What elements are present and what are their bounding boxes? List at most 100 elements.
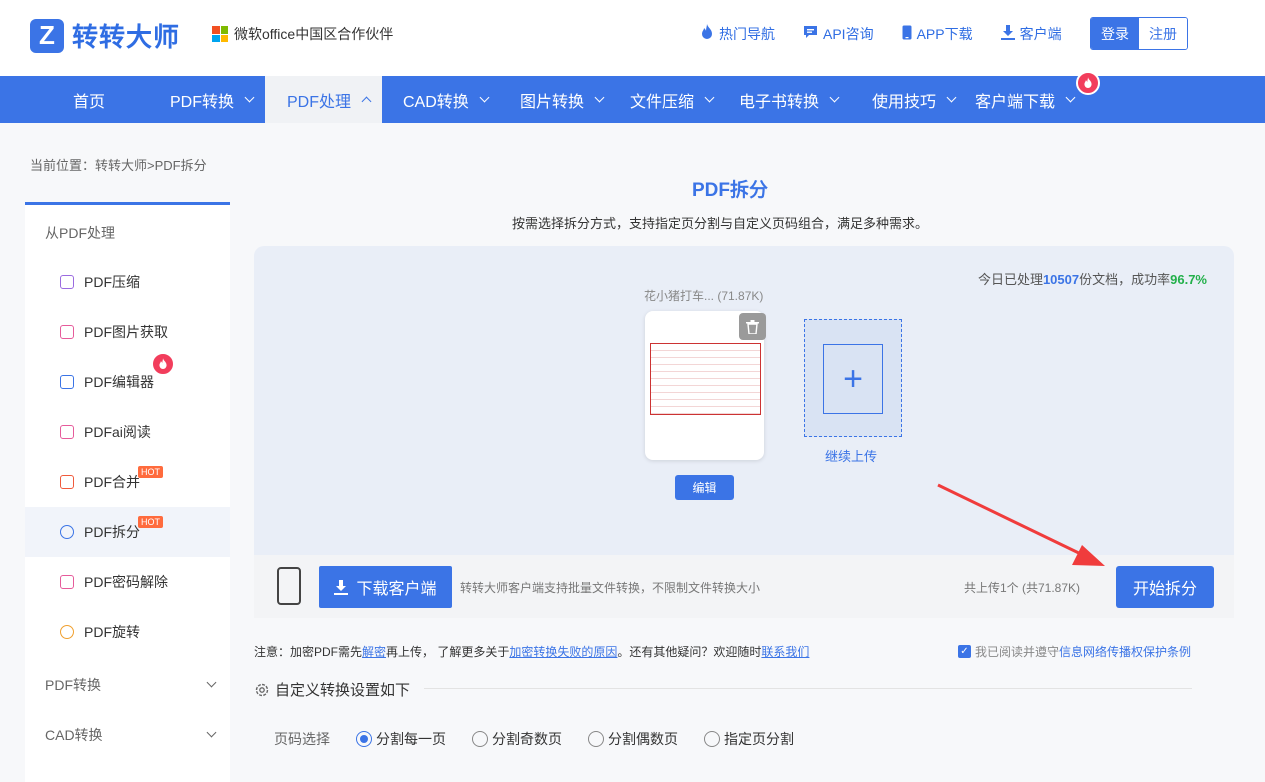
page-selection: 页码选择 分割每一页 分割奇数页 分割偶数页 指定页分割 — [274, 729, 820, 749]
radio-button[interactable] — [356, 731, 372, 747]
radio-split-odd-pages[interactable]: 分割奇数页 — [472, 729, 562, 749]
encrypt-failure-link[interactable]: 加密转换失败的原因 — [509, 645, 617, 659]
nav-ebook-convert[interactable]: 电子书转换 — [739, 76, 840, 123]
partner-text: 微软office中国区合作伙伴 — [234, 26, 394, 42]
chat-icon — [803, 25, 818, 43]
stats-prefix: 今日已处理 — [977, 272, 1043, 287]
decrypt-link[interactable]: 解密 — [362, 645, 386, 659]
trash-icon[interactable] — [739, 313, 766, 340]
sidebar: 从PDF处理 PDF压缩 PDF图片获取 PDF编辑器 PDFai阅读 PDF合… — [25, 202, 230, 782]
sidebar-item-pdf-rotate[interactable]: PDF旋转 — [25, 607, 230, 657]
nav-cad-convert[interactable]: CAD转换 — [403, 76, 490, 123]
chevron-down-icon — [829, 92, 840, 103]
lock-icon — [60, 575, 74, 589]
download-client-label: 下载客户端 — [356, 581, 437, 598]
hot-flame-badge-icon — [1076, 71, 1100, 95]
sidebar-item-label: PDF图片获取 — [84, 324, 168, 340]
nav-client-download-label: 客户端下载 — [975, 93, 1056, 111]
app-download-link[interactable]: APP下载 — [902, 24, 973, 44]
file-name: 花小猪打车... (71.87K) — [644, 289, 764, 303]
nav-image-convert[interactable]: 图片转换 — [520, 76, 605, 123]
radio-split-even-pages[interactable]: 分割偶数页 — [588, 729, 678, 749]
sidebar-category-label: CAD转换 — [45, 727, 103, 743]
microsoft-logo-icon — [212, 26, 228, 42]
sidebar-item-pdf-image-extract[interactable]: PDF图片获取 — [25, 307, 230, 357]
start-split-button[interactable]: 开始拆分 — [1116, 566, 1214, 608]
download-client-button[interactable]: 下载客户端 — [319, 566, 452, 608]
hot-nav-label: 热门导航 — [719, 26, 775, 42]
regulation-link[interactable]: 信息网络传播权保护条例 — [1059, 643, 1191, 660]
radio-button[interactable] — [472, 731, 488, 747]
chevron-down-icon — [206, 677, 217, 687]
app-download-label: APP下载 — [916, 26, 973, 42]
main-nav: 首页 PDF转换 PDF处理 CAD转换 图片转换 文件压缩 电子书转换 使用技… — [0, 71, 1265, 123]
sidebar-item-label: PDF合并 — [84, 474, 140, 490]
client-link[interactable]: 客户端 — [1000, 24, 1062, 44]
stats-rate: 96.7% — [1170, 272, 1207, 287]
plus-icon: + — [823, 344, 883, 414]
chevron-down-icon — [1065, 92, 1076, 103]
chevron-up-icon — [361, 96, 372, 106]
sidebar-item-pdf-split[interactable]: PDF拆分 HOT — [25, 507, 230, 557]
nav-client-download[interactable]: 客户端下载 — [975, 76, 1076, 123]
notice-part-2: 再上传， 了解更多关于 — [386, 645, 510, 659]
radio-button[interactable] — [704, 731, 720, 747]
client-label: 客户端 — [1019, 26, 1062, 42]
image-icon — [60, 325, 74, 339]
sidebar-item-label: PDF密码解除 — [84, 574, 168, 590]
processing-stats: 今日已处理10507份文档，成功率96.7% — [978, 269, 1207, 288]
notice-part-1: 注意：加密PDF需先 — [254, 645, 363, 659]
sidebar-item-pdfai-read[interactable]: PDFai阅读 — [25, 407, 230, 457]
register-button[interactable]: 注册 — [1139, 18, 1187, 49]
split-icon — [60, 525, 74, 539]
login-button[interactable]: 登录 — [1091, 18, 1139, 49]
radio-label: 分割偶数页 — [608, 731, 678, 747]
api-consult-link[interactable]: API咨询 — [803, 24, 874, 44]
sidebar-item-label: PDF压缩 — [84, 274, 140, 290]
sidebar-item-pdf-compress[interactable]: PDF压缩 — [25, 257, 230, 307]
file-thumbnail — [650, 343, 761, 415]
nav-pdf-process[interactable]: PDF处理 — [265, 76, 382, 123]
continue-upload-link[interactable]: 继续上传 — [825, 446, 877, 465]
sidebar-item-pdf-password-remove[interactable]: PDF密码解除 — [25, 557, 230, 607]
agree-checkbox[interactable]: ✓ — [958, 645, 971, 658]
radio-split-specified-pages[interactable]: 指定页分割 — [704, 729, 794, 749]
hot-nav-link[interactable]: 热门导航 — [700, 24, 775, 44]
upload-panel: 今日已处理10507份文档，成功率96.7% 花小猪打车... (71.87K)… — [254, 246, 1234, 555]
stats-count: 10507 — [1042, 272, 1080, 287]
download-note: 转转大师客户端支持批量文件转换，不限制文件转换大小 — [460, 581, 761, 595]
nav-cad-convert-label: CAD转换 — [403, 93, 469, 111]
site-logo[interactable]: Z 转转大师 — [30, 17, 180, 54]
radio-button[interactable] — [588, 731, 604, 747]
sidebar-item-label: PDF编辑器 — [84, 374, 154, 390]
gear-icon — [255, 683, 269, 696]
nav-home[interactable]: 首页 — [73, 76, 105, 123]
settings-title: 自定义转换设置如下 — [275, 682, 411, 699]
top-links: 热门导航 API咨询 APP下载 客户端 — [700, 24, 1090, 44]
agree-text: 我已阅读并遵守 — [975, 645, 1060, 659]
chevron-down-icon — [704, 92, 715, 103]
api-consult-label: API咨询 — [823, 26, 874, 42]
nav-pdf-convert[interactable]: PDF转换 — [170, 76, 255, 123]
add-file-box[interactable]: + — [804, 319, 902, 437]
phone-icon — [902, 25, 912, 44]
file-card[interactable] — [645, 311, 766, 460]
radio-split-every-page[interactable]: 分割每一页 — [356, 729, 446, 749]
nav-file-compress[interactable]: 文件压缩 — [630, 76, 715, 123]
sidebar-category-cad-convert[interactable]: CAD转换 — [45, 725, 217, 745]
partner-label: 微软office中国区合作伙伴 — [212, 24, 393, 44]
sidebar-category-pdf-convert[interactable]: PDF转换 — [45, 675, 217, 695]
hot-flame-badge-icon — [151, 352, 175, 376]
download-icon — [334, 579, 349, 595]
nav-tips[interactable]: 使用技巧 — [872, 76, 957, 123]
sidebar-item-pdf-merge[interactable]: PDF合并 HOT — [25, 457, 230, 507]
page-subtitle: 按需选择拆分方式，支持指定页分割与自定义页码组合，满足多种需求。 — [511, 216, 928, 231]
stats-mid: 份文档，成功率 — [1079, 272, 1171, 287]
breadcrumb: 当前位置：转转大师>PDF拆分 — [30, 158, 207, 173]
sidebar-item-pdf-editor[interactable]: PDF编辑器 — [25, 357, 230, 407]
rotate-icon — [60, 625, 74, 639]
contact-us-link[interactable]: 联系我们 — [761, 645, 809, 659]
chevron-down-icon — [479, 92, 490, 103]
edit-button[interactable]: 编辑 — [675, 475, 734, 500]
radio-label: 分割奇数页 — [492, 731, 562, 747]
